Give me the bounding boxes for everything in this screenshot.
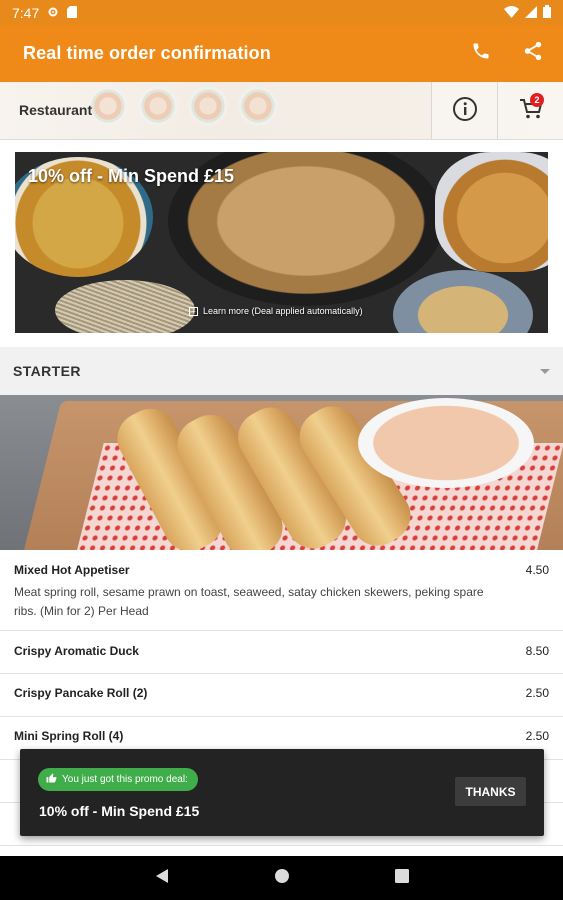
learn-more-label: Learn more (Deal applied automatically) xyxy=(203,306,363,316)
menu-item-price: 8.50 xyxy=(525,644,549,658)
menu-item-description: Meat spring roll, sesame prawn on toast,… xyxy=(14,585,484,618)
restaurant-label: Restaurant xyxy=(19,102,93,118)
app-bar: Real time order confirmation xyxy=(0,25,563,82)
menu-item[interactable]: Mixed Hot Appetiser 4.50 Meat spring rol… xyxy=(0,550,563,631)
share-button[interactable] xyxy=(519,40,547,68)
system-nav-bar xyxy=(0,856,563,900)
sushi-decoration xyxy=(88,86,128,126)
sushi-decoration xyxy=(188,86,228,126)
food-photo-rice-noodles xyxy=(55,280,195,333)
phone-button[interactable] xyxy=(467,40,495,68)
expand-icon: + xyxy=(189,306,198,316)
category-name: STARTER xyxy=(13,363,81,379)
page-title: Real time order confirmation xyxy=(23,43,271,63)
promo-deal-pill: You just got this promo deal: xyxy=(38,768,198,791)
menu-item[interactable]: Crispy Pancake Roll (2) 2.50 xyxy=(0,674,563,717)
menu-item-price: 2.50 xyxy=(525,686,549,700)
promo-deal-text: 10% off - Min Spend £15 xyxy=(39,803,200,819)
promo-pill-text: You just got this promo deal: xyxy=(62,774,188,785)
cart-button[interactable]: 2 xyxy=(497,82,563,139)
thanks-button[interactable]: THANKS xyxy=(455,777,526,806)
battery-icon xyxy=(543,4,551,21)
sushi-decoration xyxy=(238,86,278,126)
recents-button[interactable] xyxy=(392,868,412,888)
home-circle-icon xyxy=(274,868,290,889)
sd-card-icon xyxy=(67,5,78,21)
dipping-sauce xyxy=(358,398,534,488)
recents-square-icon xyxy=(394,868,409,888)
promo-banner[interactable]: 10% off - Min Spend £15 + Learn more (De… xyxy=(15,152,548,333)
info-button[interactable] xyxy=(431,82,497,139)
settings-icon xyxy=(47,5,59,21)
home-button[interactable] xyxy=(272,868,292,888)
share-icon xyxy=(522,40,544,67)
sushi-decoration xyxy=(138,86,178,126)
cart-count-badge: 2 xyxy=(530,93,544,107)
back-button[interactable] xyxy=(152,868,172,888)
learn-more-link[interactable]: + Learn more (Deal applied automatically… xyxy=(189,306,363,316)
back-triangle-icon xyxy=(155,868,169,889)
phone-icon xyxy=(471,41,491,66)
category-image-spring-rolls xyxy=(0,395,563,550)
menu-item[interactable]: Crispy Aromatic Duck 8.50 xyxy=(0,631,563,674)
menu-item-name: Crispy Pancake Roll (2) xyxy=(14,686,148,700)
restaurant-header: Restaurant 2 xyxy=(0,82,563,140)
food-photo-noodles xyxy=(393,270,533,333)
menu-item-name: Mixed Hot Appetiser xyxy=(14,563,130,577)
thumbs-up-icon xyxy=(46,773,57,786)
menu-item-price: 4.50 xyxy=(525,563,549,577)
food-photo-chicken xyxy=(435,152,548,272)
menu-item-name: Mini Spring Roll (4) xyxy=(14,729,124,743)
category-header-starter[interactable]: STARTER xyxy=(0,347,563,395)
status-time: 7:47 xyxy=(12,4,40,21)
status-bar: 7:47 xyxy=(0,0,563,25)
chevron-down-icon xyxy=(540,368,550,374)
signal-icon xyxy=(525,5,537,21)
banner-promo-text: 10% off - Min Spend £15 xyxy=(28,166,235,186)
wifi-icon xyxy=(504,5,519,21)
promo-snackbar: You just got this promo deal: 10% off - … xyxy=(20,749,544,836)
menu-item-name: Crispy Aromatic Duck xyxy=(14,644,139,658)
info-icon xyxy=(452,96,478,127)
menu-item-price: 2.50 xyxy=(525,729,549,743)
